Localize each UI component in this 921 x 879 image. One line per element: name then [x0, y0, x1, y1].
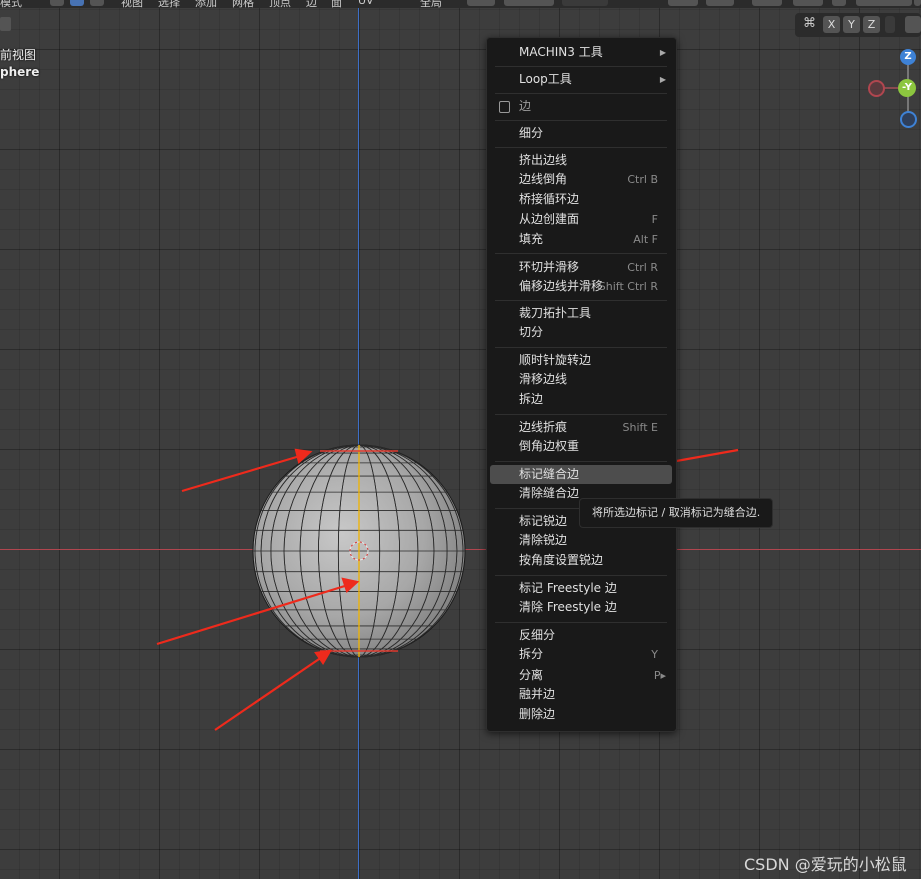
- menu-item-looptools[interactable]: Loop工具 ▶: [490, 70, 672, 89]
- menu-item-mark-freestyle[interactable]: 标记 Freestyle 边: [490, 579, 672, 598]
- menu-item-mark-seam[interactable]: 标记缝合边: [490, 465, 672, 484]
- menu-item-bisect[interactable]: 切分: [490, 323, 672, 342]
- menu-item-clear-freestyle[interactable]: 清除 Freestyle 边: [490, 598, 672, 617]
- menu-item-sharp-by-angle[interactable]: 按角度设置锐边: [490, 551, 672, 570]
- menu-item-bevel-weight[interactable]: 倒角边权重: [490, 437, 672, 456]
- uv-sphere-mesh[interactable]: [0, 0, 921, 879]
- menu-item-split[interactable]: 拆分 Y: [490, 645, 672, 664]
- menu-header-edge: 边: [490, 97, 672, 116]
- menu-item-separate[interactable]: 分离 P▸: [490, 666, 672, 685]
- menu-item-edge-slide[interactable]: 滑移边线: [490, 370, 672, 389]
- menu-item-offset-edge[interactable]: 偏移边线并滑移 Shift Ctrl R: [490, 277, 672, 296]
- menu-item-fill[interactable]: 填充 Alt F: [490, 230, 672, 249]
- menu-item-loop-cut[interactable]: 环切并滑移 Ctrl R: [490, 258, 672, 277]
- menu-item-rotate-cw[interactable]: 顺时针旋转边: [490, 351, 672, 370]
- tooltip: 将所选边标记 / 取消标记为缝合边.: [579, 498, 773, 528]
- menu-item-edge-split[interactable]: 拆边: [490, 390, 672, 409]
- menu-item-delete-edges[interactable]: 删除边: [490, 705, 672, 724]
- edge-context-menu: MACHIN3 工具 ▶ Loop工具 ▶ 边 细分 挤出边线 边线倒角 Ctrl B…: [486, 37, 677, 732]
- menu-item-subdivide[interactable]: 细分: [490, 124, 672, 143]
- menu-item-bridge-loops[interactable]: 桥接循环边: [490, 190, 672, 209]
- menu-item-machin3[interactable]: MACHIN3 工具 ▶: [490, 43, 672, 62]
- menu-item-clear-sharp[interactable]: 清除锐边: [490, 531, 672, 550]
- menu-item-edge-crease[interactable]: 边线折痕 Shift E: [490, 418, 672, 437]
- menu-item-knife[interactable]: 裁刀拓扑工具: [490, 304, 672, 323]
- edge-mode-icon: [499, 101, 510, 113]
- menu-item-bevel-edges[interactable]: 边线倒角 Ctrl B: [490, 170, 672, 189]
- watermark: CSDN @爱玩的小松鼠: [744, 855, 907, 874]
- menu-item-new-face[interactable]: 从边创建面 F: [490, 210, 672, 229]
- menu-item-dissolve-edges[interactable]: 融并边: [490, 685, 672, 704]
- menu-item-extrude-edges[interactable]: 挤出边线: [490, 151, 672, 170]
- menu-item-un-subdivide[interactable]: 反细分: [490, 626, 672, 645]
